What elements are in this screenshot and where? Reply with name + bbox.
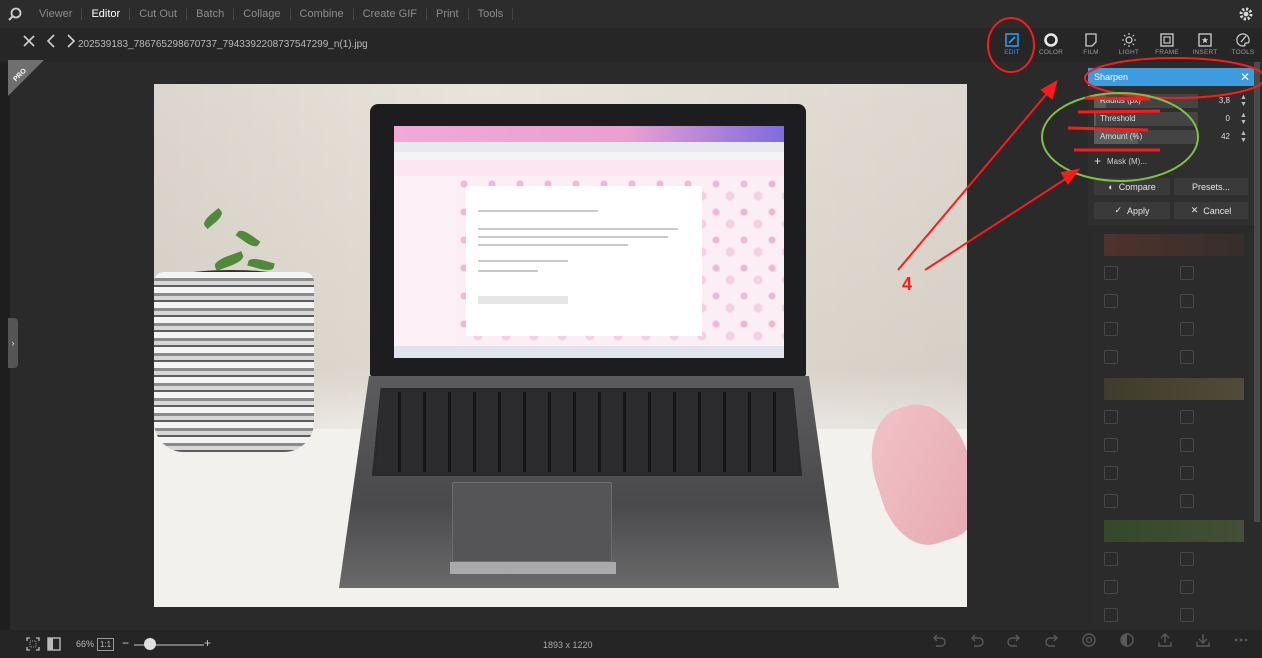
undo-all-icon (971, 634, 984, 647)
palette-icon (1236, 33, 1250, 47)
dialog-close-icon[interactable]: ✕ (1240, 70, 1250, 84)
side-panel-toggle-chevron-right-icon[interactable]: › (8, 318, 18, 368)
edit-icon (1005, 33, 1019, 47)
tool-edit-label: EDIT (1004, 49, 1020, 56)
actual-size-button[interactable]: 1:1 (97, 638, 115, 651)
tool-color-label: COLOR (1038, 49, 1064, 56)
amount-value[interactable]: 42 (1206, 132, 1230, 141)
compare-bottom-icon (1120, 633, 1134, 647)
zoom-out-icon[interactable]: − (122, 636, 129, 650)
frame-icon (1160, 33, 1174, 47)
menu-item-viewer[interactable]: Viewer (30, 8, 83, 20)
file-name: 202539183_786765298670737_79433922087375… (78, 39, 368, 50)
edit-tools-list (1094, 230, 1254, 630)
plus-icon: + (1094, 154, 1102, 168)
menu-item-collage[interactable]: Collage (234, 8, 291, 20)
amount-spinner-icon[interactable]: ▲ ▼ (1240, 130, 1247, 144)
zoom-slider-thumb[interactable] (144, 638, 156, 650)
original-icon (1082, 633, 1096, 647)
download-icon (1196, 634, 1210, 647)
panel-scrollbar[interactable] (1254, 62, 1260, 522)
redo-button[interactable] (1001, 632, 1027, 653)
tool-frame-label: FRAME (1155, 49, 1179, 56)
tool-film-label: FILM (1083, 49, 1099, 56)
redo-all-icon (1045, 634, 1058, 647)
threshold-label: Threshold (1100, 114, 1136, 123)
sharpen-dialog: Sharpen ✕ Radius (px) 3,8 ▲ ▼ Threshold 0… (1088, 68, 1254, 225)
amount-slider[interactable]: Amount (%) 42 ▲ ▼ (1094, 130, 1248, 144)
next-image-icon[interactable] (66, 34, 76, 53)
radius-label: Radius (px) (1100, 96, 1141, 105)
undo-all-button[interactable] (964, 632, 990, 653)
zoom-level: 66% (76, 639, 95, 649)
apply-label: Apply (1127, 205, 1150, 216)
presets-button[interactable]: Presets... (1174, 178, 1248, 195)
checkmark-icon: ✓ (1114, 205, 1123, 215)
tool-tools-button[interactable]: TOOLS (1226, 30, 1260, 62)
edited-photo (154, 84, 967, 607)
status-bar: 66% 1:1 − + 1893 x 1220 (0, 630, 1262, 658)
insert-icon (1198, 33, 1212, 47)
threshold-slider[interactable]: Threshold 0 ▲ ▼ (1094, 112, 1248, 126)
close-icon[interactable] (22, 34, 36, 53)
fill-screen-icon[interactable] (47, 637, 61, 656)
compare-icon: ◐ (1108, 181, 1114, 192)
redo-all-button[interactable] (1039, 632, 1065, 653)
image-dimensions: 1893 x 1220 (543, 640, 593, 650)
light-icon (1122, 33, 1136, 47)
tool-insert-label: INSERT (1192, 49, 1218, 56)
radius-spinner-icon[interactable]: ▲ ▼ (1240, 94, 1247, 108)
fit-screen-icon[interactable] (26, 637, 40, 656)
save-button[interactable] (1190, 632, 1216, 653)
menu-bar: Viewer Editor Cut Out Batch Collage Comb… (0, 0, 1262, 28)
undo-button[interactable] (926, 632, 952, 653)
more-button[interactable] (1228, 632, 1254, 653)
sharpen-dialog-title: Sharpen (1088, 68, 1254, 86)
mask-label: Mask (M)... (1107, 156, 1148, 166)
original-button[interactable] (1076, 632, 1102, 653)
threshold-value[interactable]: 0 (1206, 114, 1230, 123)
tool-edit-button[interactable]: EDIT (995, 30, 1029, 62)
tool-light-button[interactable]: LIGHT (1112, 30, 1146, 62)
menu-item-combine[interactable]: Combine (291, 8, 354, 20)
tool-color-button[interactable]: COLOR (1034, 30, 1068, 62)
tool-light-label: LIGHT (1118, 49, 1140, 56)
apply-button[interactable]: ✓ Apply (1094, 202, 1170, 219)
radius-slider[interactable]: Radius (px) 3,8 ▲ ▼ (1094, 94, 1248, 108)
cancel-label: Cancel (1203, 205, 1232, 216)
pro-badge-icon: PRO (8, 60, 44, 96)
zoom-in-icon[interactable]: + (204, 636, 211, 650)
cancel-x-icon: ✕ (1190, 205, 1199, 215)
mask-button[interactable]: + Mask (M)... (1094, 154, 1147, 168)
film-icon (1085, 33, 1097, 47)
editor-toolbar: 202539183_786765298670737_79433922087375… (0, 28, 1262, 62)
menu-item-batch[interactable]: Batch (187, 8, 235, 20)
tool-film-button[interactable]: FILM (1074, 30, 1108, 62)
menu-item-print[interactable]: Print (427, 8, 469, 20)
menu-item-editor[interactable]: Editor (82, 8, 131, 20)
tool-frame-button[interactable]: FRAME (1150, 30, 1184, 62)
app-logo-icon[interactable] (0, 0, 30, 28)
threshold-spinner-icon[interactable]: ▲ ▼ (1240, 112, 1247, 126)
tool-tools-label: TOOLS (1231, 49, 1255, 56)
cancel-button[interactable]: ✕ Cancel (1174, 202, 1248, 219)
amount-label: Amount (%) (1100, 132, 1143, 141)
menu-item-create-gif[interactable]: Create GIF (354, 8, 427, 20)
save-as-button[interactable] (1152, 632, 1178, 653)
upload-icon (1158, 633, 1172, 647)
compare-bottom-button[interactable] (1114, 632, 1140, 653)
undo-icon (933, 634, 946, 647)
previous-image-icon[interactable] (46, 34, 56, 53)
more-dots-icon (1234, 638, 1248, 642)
menu-item-cut-out[interactable]: Cut Out (130, 8, 188, 20)
compare-label: Compare (1118, 181, 1156, 192)
color-icon (1044, 33, 1058, 47)
redo-icon (1007, 634, 1020, 647)
compare-button[interactable]: ◐ Compare (1094, 178, 1170, 195)
presets-label: Presets... (1191, 181, 1230, 192)
menu-item-tools[interactable]: Tools (469, 8, 514, 20)
settings-gear-icon[interactable] (1238, 6, 1254, 27)
radius-value[interactable]: 3,8 (1206, 96, 1230, 105)
tool-insert-button[interactable]: INSERT (1188, 30, 1222, 62)
